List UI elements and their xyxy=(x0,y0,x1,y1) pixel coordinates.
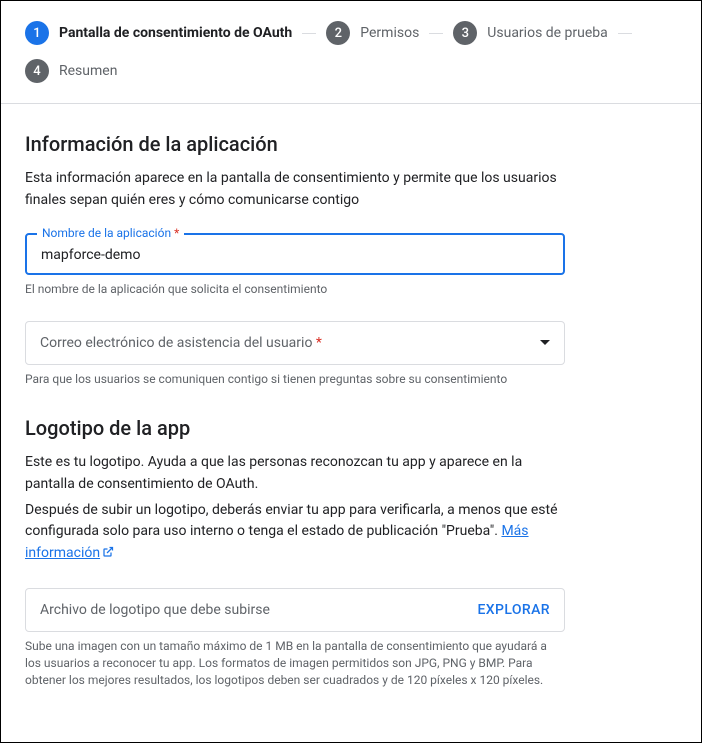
app-name-field[interactable]: Nombre de la aplicación * xyxy=(25,233,565,275)
logo-upload-helper: Sube una imagen con un tamaño máximo de … xyxy=(25,638,565,690)
logo-title: Logotipo de la app xyxy=(25,416,677,440)
browse-button[interactable]: EXPLORAR xyxy=(477,602,550,618)
app-info-title: Información de la aplicación xyxy=(25,132,677,156)
step-permissions[interactable]: 2 Permisos xyxy=(326,21,419,45)
app-name-helper: El nombre de la aplicación que solicita … xyxy=(25,281,565,298)
step-connector xyxy=(429,33,443,34)
logo-desc-2: Después de subir un logotipo, deberás en… xyxy=(25,500,565,566)
chevron-down-icon xyxy=(540,340,550,345)
step-summary[interactable]: 4 Resumen xyxy=(25,59,117,83)
support-email-placeholder: Correo electrónico de asistencia del usu… xyxy=(40,335,322,351)
step-label-3: Usuarios de prueba xyxy=(487,25,607,41)
app-name-field-wrap: Nombre de la aplicación * El nombre de l… xyxy=(25,233,565,298)
logo-desc-1: Este es tu logotipo. Ayuda a que las per… xyxy=(25,452,565,495)
step-label-4: Resumen xyxy=(59,63,117,79)
app-name-input[interactable] xyxy=(41,247,549,263)
logo-upload-wrap: Archivo de logotipo que debe subirse EXP… xyxy=(25,588,565,690)
step-number-2: 2 xyxy=(326,21,350,45)
logo-upload-field[interactable]: Archivo de logotipo que debe subirse EXP… xyxy=(25,588,565,632)
stepper: 1 Pantalla de consentimiento de OAuth 2 … xyxy=(1,1,701,104)
logo-upload-placeholder: Archivo de logotipo que debe subirse xyxy=(40,602,270,618)
app-name-label: Nombre de la aplicación * xyxy=(37,226,184,240)
support-email-select[interactable]: Correo electrónico de asistencia del usu… xyxy=(25,321,565,365)
step-number-1: 1 xyxy=(25,21,49,45)
support-email-helper: Para que los usuarios se comuniquen cont… xyxy=(25,371,565,388)
external-link-icon xyxy=(102,544,114,566)
step-connector xyxy=(302,33,316,34)
logo-section: Logotipo de la app Este es tu logotipo. … xyxy=(25,416,677,690)
step-number-3: 3 xyxy=(453,21,477,45)
step-label-2: Permisos xyxy=(360,25,419,41)
support-email-field-wrap: Correo electrónico de asistencia del usu… xyxy=(25,321,565,388)
step-oauth-consent[interactable]: 1 Pantalla de consentimiento de OAuth xyxy=(25,21,292,45)
main-content: Información de la aplicación Esta inform… xyxy=(1,104,701,742)
step-test-users[interactable]: 3 Usuarios de prueba xyxy=(453,21,607,45)
app-info-desc: Esta información aparece en la pantalla … xyxy=(25,168,565,211)
step-number-4: 4 xyxy=(25,59,49,83)
step-connector xyxy=(618,33,632,34)
step-label-1: Pantalla de consentimiento de OAuth xyxy=(59,25,292,41)
app-info-section: Información de la aplicación Esta inform… xyxy=(25,132,677,388)
